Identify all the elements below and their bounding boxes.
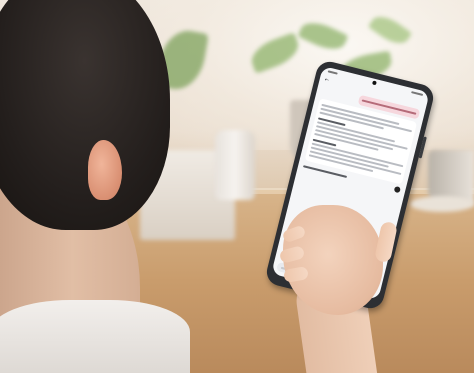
arrow-left-icon[interactable]: ←	[324, 76, 330, 83]
status-time	[327, 70, 338, 75]
saucer	[410, 196, 474, 212]
send-icon[interactable]	[393, 185, 401, 194]
photo-scene: ←	[0, 0, 474, 373]
person-shirt	[0, 300, 190, 373]
status-indicators	[411, 91, 424, 96]
person-hair	[0, 0, 170, 230]
bottle	[215, 130, 255, 200]
camera-icon	[372, 80, 377, 86]
